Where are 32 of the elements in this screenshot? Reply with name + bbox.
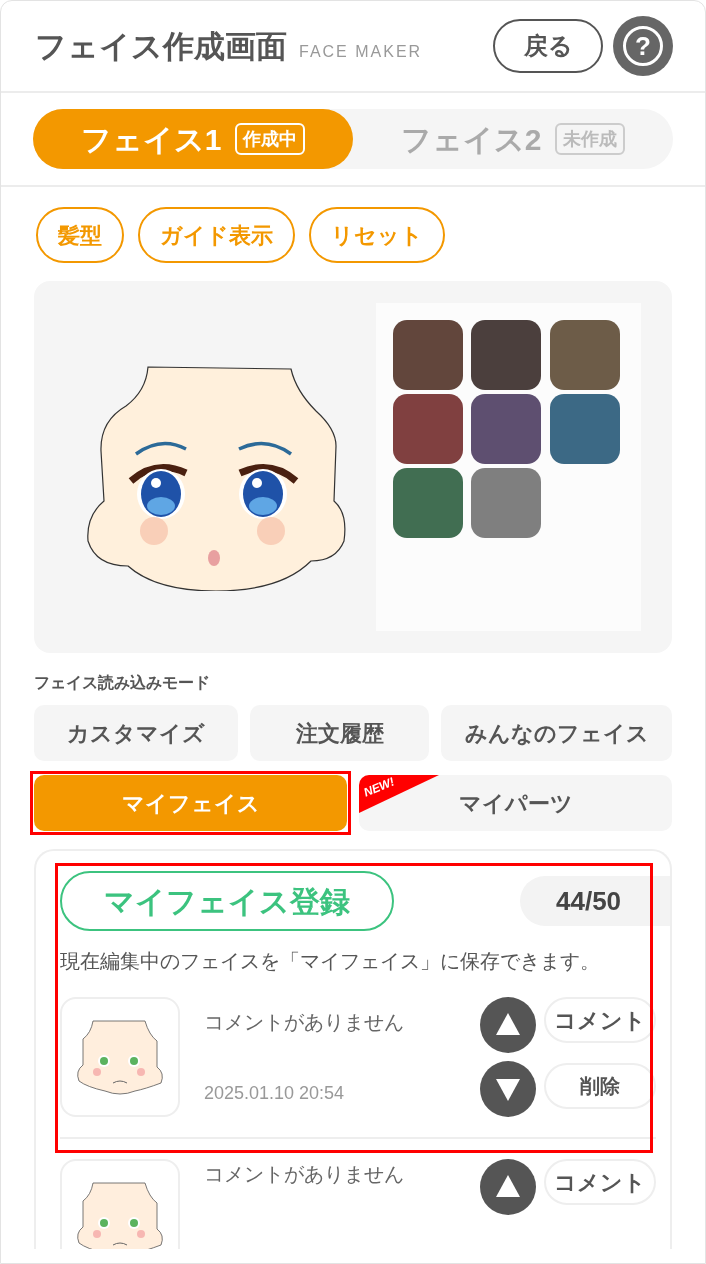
color-swatch[interactable] (549, 394, 620, 464)
date-text: 2025.01.10 20:54 (204, 1082, 346, 1105)
color-swatch[interactable] (471, 468, 542, 538)
color-swatch[interactable] (393, 394, 463, 464)
count-label: 44/50 (520, 876, 670, 926)
delete-button[interactable]: 削除 (544, 1063, 656, 1109)
thumbnail-card[interactable] (60, 1159, 180, 1249)
comment-text: コメントがありません (204, 1162, 405, 1187)
page-subtitle: FACE MAKER (299, 43, 423, 62)
thumbnail-card[interactable] (60, 997, 180, 1117)
page-title: フェイス作成画面 (35, 30, 287, 62)
help-button[interactable]: ? (613, 16, 673, 76)
color-swatch[interactable] (549, 320, 620, 390)
color-swatch[interactable] (471, 394, 542, 464)
comment-button[interactable]: コメント (544, 997, 656, 1043)
status-badge: 未作成 (555, 123, 626, 155)
comment-button[interactable]: コメント (544, 1159, 656, 1205)
color-swatch[interactable] (393, 468, 463, 538)
color-swatch[interactable] (393, 320, 463, 390)
move-up-icon[interactable] (480, 1159, 536, 1215)
mode-button[interactable]: 注文履歴 (250, 705, 429, 761)
mode-button[interactable]: カスタマイズ (34, 705, 238, 761)
move-down-icon[interactable] (480, 1061, 536, 1117)
color-swatch[interactable] (471, 320, 542, 390)
new-label: NEW! (361, 775, 397, 799)
section-label: フェイス読み込みモード (34, 673, 211, 693)
back-button[interactable]: 戻る (493, 19, 603, 73)
comment-text: コメントがありません (204, 1010, 405, 1035)
description-text: 現在編集中のフェイスを「マイフェイス」に保存できます。 (60, 949, 601, 974)
mode-button[interactable]: みんなのフェイス (441, 705, 672, 761)
move-up-icon[interactable] (480, 997, 536, 1053)
status-badge: 作成中 (235, 123, 306, 155)
